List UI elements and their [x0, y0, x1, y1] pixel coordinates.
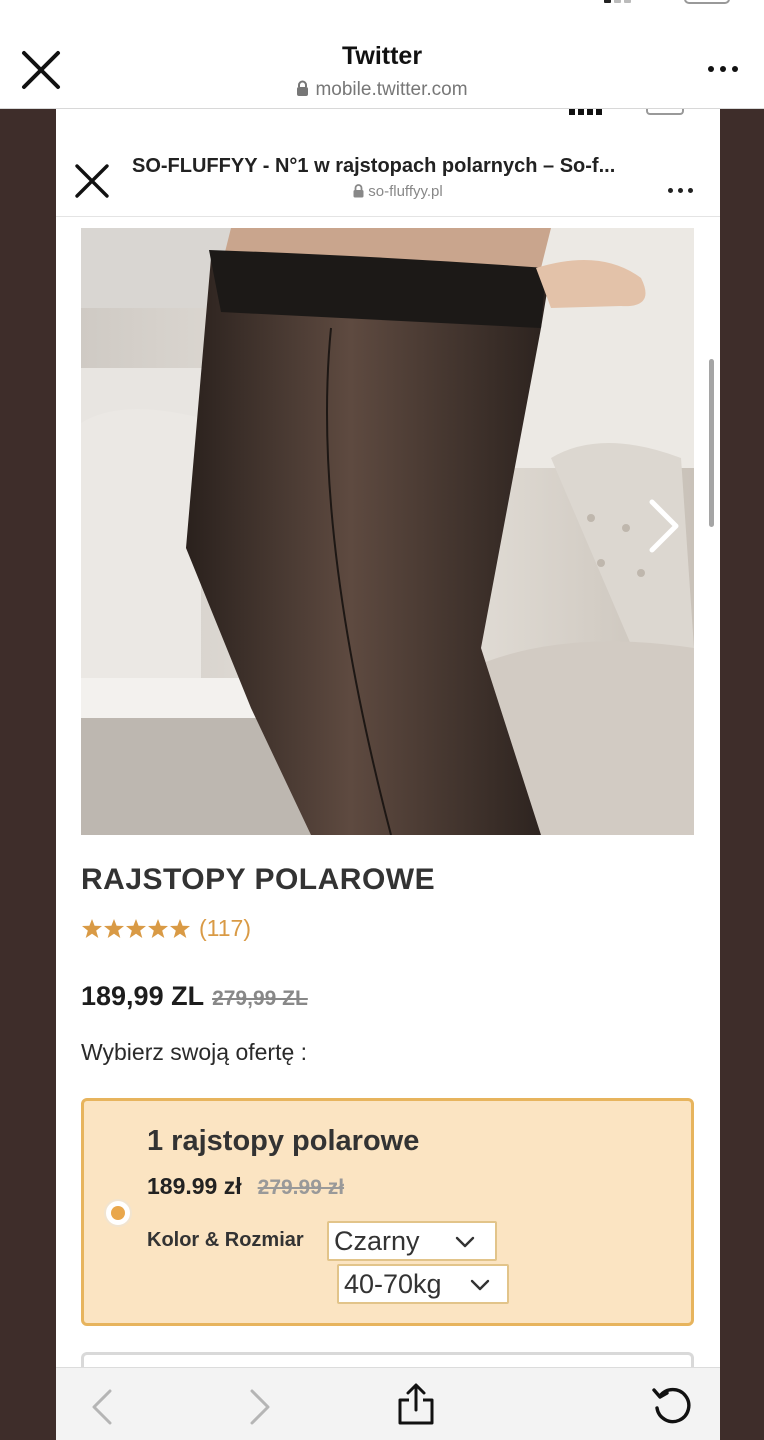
review-count[interactable]: (117)	[199, 915, 251, 942]
browser-toolbar	[56, 1367, 720, 1440]
battery-icon	[684, 0, 730, 4]
share-icon[interactable]	[397, 1382, 435, 1426]
offer-price: 189.99 zł	[147, 1173, 242, 1199]
scrollbar[interactable]	[709, 359, 714, 527]
inner-battery-icon	[646, 109, 684, 115]
current-price: 189,99 ZL	[81, 981, 205, 1011]
color-select-value: Czarny	[334, 1226, 420, 1256]
option-label: Kolor & Rozmiar	[147, 1229, 304, 1251]
inner-signal-icon	[569, 109, 602, 115]
status-bar	[0, 0, 764, 10]
product-title: RAJSTOPY POLAROWE	[81, 863, 436, 896]
inner-page-title: SO-FLUFFYY - N°1 w rajstopach polarnych …	[132, 155, 616, 177]
rating[interactable]: (117)	[81, 915, 251, 942]
chevron-right-icon[interactable]	[644, 496, 684, 556]
lock-icon	[297, 80, 309, 96]
inner-url: so-fluffyy.pl	[56, 183, 720, 200]
inner-lock-icon	[353, 184, 364, 198]
cut-off-text	[346, 221, 436, 227]
back-arrow-icon[interactable]	[90, 1388, 114, 1426]
inner-more-options-icon[interactable]	[668, 188, 693, 193]
reload-icon[interactable]	[650, 1384, 694, 1428]
more-options-icon[interactable]	[708, 66, 738, 72]
color-select[interactable]: Czarny	[327, 1221, 497, 1261]
offer-price-row: 189.99 zł 279.99 zł	[147, 1173, 344, 1200]
screen: Twitter mobile.twitter.com SO-FLUFFYY - …	[0, 0, 764, 1440]
inner-url-text: so-fluffyy.pl	[368, 183, 443, 200]
twitter-browser-header: Twitter mobile.twitter.com	[0, 10, 764, 109]
inner-status-bar	[56, 109, 720, 119]
size-select-value: 40-70kg	[344, 1269, 442, 1299]
chevron-down-icon	[470, 1279, 490, 1291]
chevron-down-icon	[455, 1236, 475, 1248]
old-price: 279,99 ZL	[212, 987, 308, 1010]
offer-title: 1 rajstopy polarowe	[147, 1125, 420, 1157]
offer-card[interactable]: 1 rajstopy polarowe 189.99 zł 279.99 zł …	[81, 1098, 694, 1326]
star-icon	[82, 918, 190, 938]
forward-arrow-icon[interactable]	[248, 1388, 272, 1426]
browser-url-text: mobile.twitter.com	[315, 79, 468, 100]
inner-browser-header: SO-FLUFFYY - N°1 w rajstopach polarnych …	[56, 119, 720, 217]
browser-url: mobile.twitter.com	[0, 79, 764, 101]
offer-heading: Wybierz swoją ofertę :	[81, 1039, 308, 1065]
browser-title: Twitter	[341, 42, 423, 70]
size-select[interactable]: 40-70kg	[337, 1264, 509, 1304]
offer-radio[interactable]	[104, 1199, 132, 1227]
signal-icon	[604, 0, 640, 3]
price-row: 189,99 ZL 279,99 ZL	[81, 981, 308, 1012]
embedded-screenshot: SO-FLUFFYY - N°1 w rajstopach polarnych …	[56, 109, 720, 1440]
offer-old-price: 279.99 zł	[257, 1176, 345, 1199]
product-image[interactable]	[81, 228, 694, 835]
